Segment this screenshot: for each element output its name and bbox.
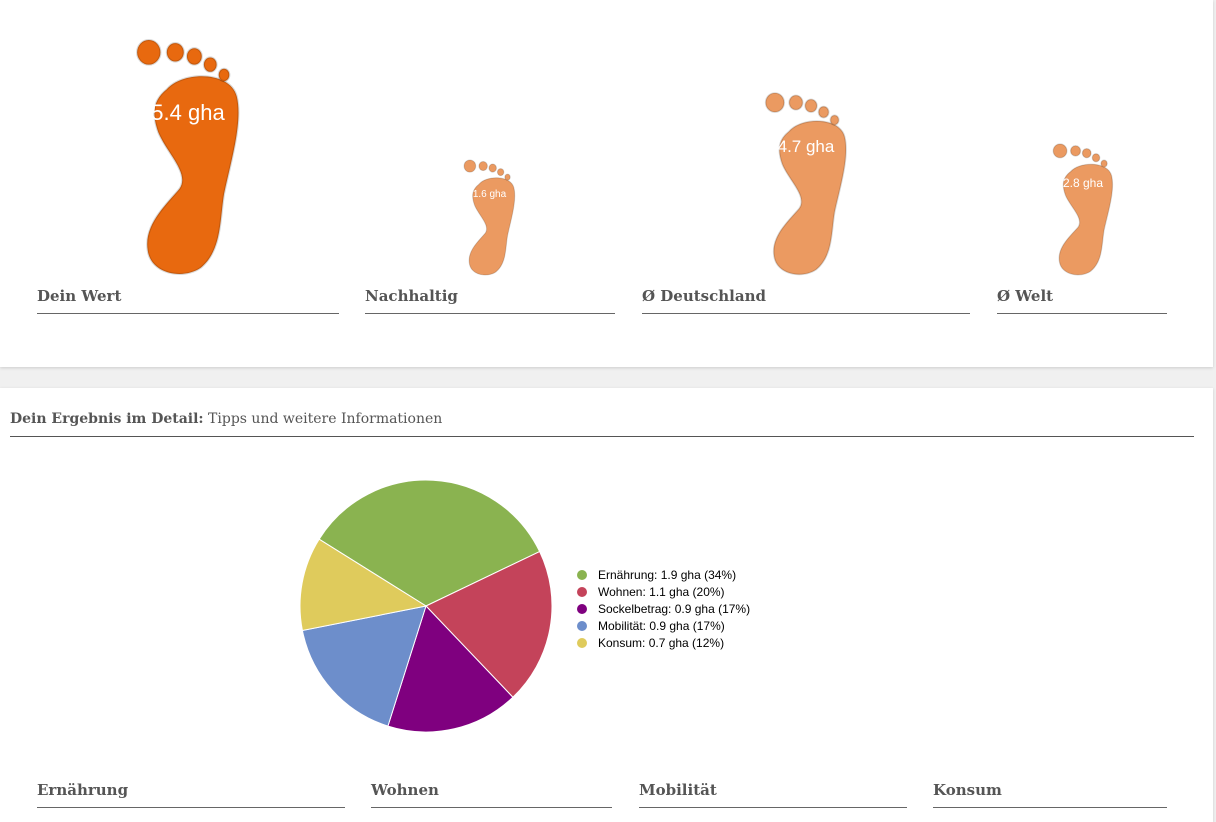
foot-toe-2 bbox=[1069, 145, 1082, 157]
legend-item[interactable]: Sockelbetrag: 0.9 gha (17%) bbox=[577, 600, 750, 617]
legend-label: Mobilität: 0.9 gha (17%) bbox=[598, 618, 725, 633]
legend-label: Wohnen: 1.1 gha (20%) bbox=[598, 584, 725, 599]
foot-toe-3 bbox=[804, 98, 818, 113]
foot-toe-5 bbox=[504, 173, 511, 181]
footprint-dein-wert-icon: 5.4 gha bbox=[135, 38, 241, 276]
legend-dot bbox=[577, 637, 587, 648]
detail-section-title: Dein Ergebnis im Detail: Tipps und weite… bbox=[10, 408, 1194, 437]
foot-toe-3 bbox=[1081, 148, 1092, 159]
legend-dot bbox=[577, 603, 587, 614]
footprint-deutschland-icon: 4.7 gha bbox=[764, 92, 848, 276]
category-link-wohnen[interactable]: Wohnen bbox=[371, 780, 612, 808]
legend-dot bbox=[577, 586, 587, 597]
legend-item[interactable]: Wohnen: 1.1 gha (20%) bbox=[577, 583, 750, 600]
foot-toe-3 bbox=[488, 163, 497, 173]
foot-toe-4 bbox=[496, 168, 505, 177]
pie-legend: Ernährung: 1.9 gha (34%) Wohnen: 1.1 gha … bbox=[577, 566, 750, 651]
footprint-welt-icon: 2.8 gha bbox=[1052, 143, 1114, 276]
foot-toe-1 bbox=[764, 92, 785, 113]
foot-shape bbox=[764, 92, 847, 276]
footprint-value: 4.7 gha bbox=[777, 137, 835, 156]
footprint-value: 1.6 gha bbox=[472, 189, 507, 200]
foot-shape bbox=[136, 38, 240, 276]
column-heading-dein-wert: Dein Wert bbox=[37, 286, 339, 314]
detail-title-bold: Dein Ergebnis im Detail: bbox=[10, 411, 204, 427]
column-heading-welt: Ø Welt bbox=[997, 286, 1167, 314]
foot-shape bbox=[1052, 143, 1114, 276]
foot-toe-1 bbox=[1052, 143, 1068, 159]
footprint-value: 5.4 gha bbox=[151, 100, 225, 125]
foot-toe-4 bbox=[817, 105, 830, 119]
detail-title-rest: Tipps und weitere Informationen bbox=[203, 411, 443, 427]
foot-toe-3 bbox=[185, 47, 203, 66]
legend-dot bbox=[577, 569, 587, 580]
foot-toe-5 bbox=[829, 114, 840, 126]
column-heading-deutschland: Ø Deutschland bbox=[642, 286, 970, 314]
category-link-konsum[interactable]: Konsum bbox=[933, 780, 1167, 808]
legend-dot bbox=[577, 620, 587, 631]
foot-toe-1 bbox=[136, 38, 162, 66]
foot-toe-5 bbox=[1100, 159, 1108, 168]
footprint-nachhaltig-icon: 1.6 gha bbox=[463, 159, 516, 276]
foot-toe-2 bbox=[478, 161, 488, 172]
legend-label: Konsum: 0.7 gha (12%) bbox=[598, 635, 725, 650]
foot-toe-2 bbox=[788, 94, 804, 111]
foot-toe-4 bbox=[1091, 153, 1101, 163]
legend-item[interactable]: Konsum: 0.7 gha (12%) bbox=[577, 634, 750, 651]
column-heading-nachhaltig: Nachhaltig bbox=[365, 286, 615, 314]
category-link-ernaehrung[interactable]: Ernährung bbox=[37, 780, 345, 808]
legend-label: Sockelbetrag: 0.9 gha (17%) bbox=[598, 601, 751, 616]
legend-label: Ernährung: 1.9 gha (34%) bbox=[598, 567, 737, 582]
foot-toe-2 bbox=[165, 42, 185, 63]
foot-toe-5 bbox=[217, 67, 231, 83]
legend-item[interactable]: Ernährung: 1.9 gha (34%) bbox=[577, 566, 750, 583]
footprint-value: 2.8 gha bbox=[1062, 176, 1104, 190]
legend-item[interactable]: Mobilität: 0.9 gha (17%) bbox=[577, 617, 750, 634]
foot-toe-4 bbox=[202, 56, 218, 73]
footprint-pie-chart bbox=[296, 476, 556, 736]
foot-toe-1 bbox=[463, 159, 477, 173]
foot-shape bbox=[463, 159, 516, 276]
category-link-mobilitaet[interactable]: Mobilität bbox=[639, 780, 907, 808]
